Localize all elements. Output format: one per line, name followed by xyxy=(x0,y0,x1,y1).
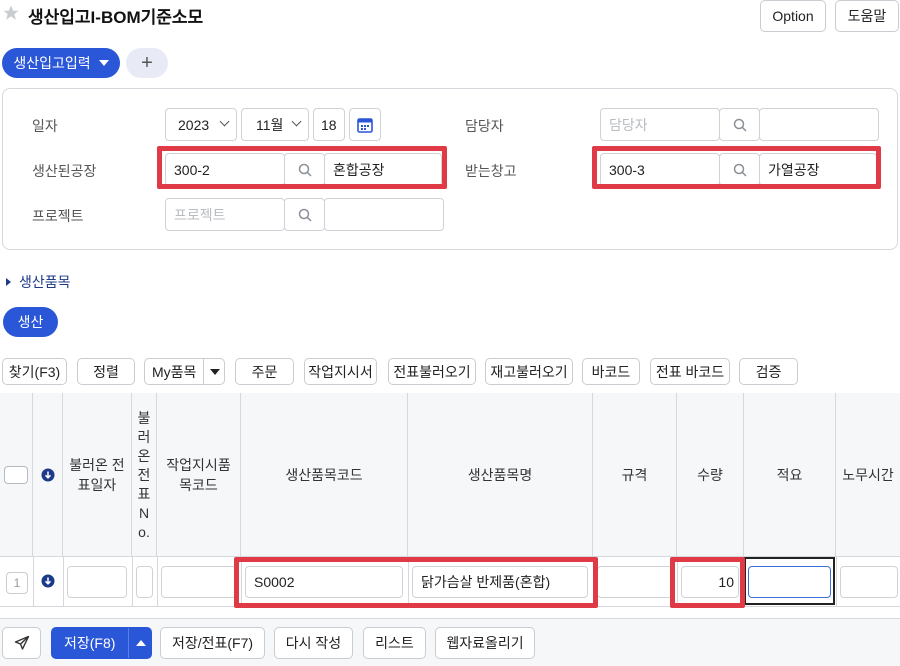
col-expand xyxy=(33,393,63,557)
project-label: 프로젝트 xyxy=(32,208,84,224)
project-input[interactable]: 프로젝트 xyxy=(165,198,285,231)
order-button[interactable]: 주문 xyxy=(235,358,294,385)
factory-name-field[interactable]: 혼합공장 xyxy=(324,153,442,186)
verify-button[interactable]: 검증 xyxy=(739,358,798,385)
row-number: 1 xyxy=(6,572,28,594)
page-title: 생산입고I-BOM기준소모 xyxy=(28,8,204,27)
header-loaded-date: 불러온 전표일자 xyxy=(63,393,132,557)
year-select[interactable]: 2023 xyxy=(165,108,237,141)
chevron-down-icon xyxy=(219,116,230,127)
warehouse-name-field[interactable]: 가열공장 xyxy=(759,153,877,186)
labor-time-input[interactable] xyxy=(840,566,898,598)
caret-down-icon xyxy=(210,369,220,375)
project-name-field[interactable] xyxy=(324,198,444,231)
sort-button[interactable]: 정렬 xyxy=(77,358,135,385)
header-qty: 수량 xyxy=(677,393,744,557)
spec-input[interactable] xyxy=(597,566,673,598)
slip-barcode-button[interactable]: 전표 바코드 xyxy=(650,358,730,385)
manager-name-field[interactable] xyxy=(759,108,879,141)
calendar-button[interactable] xyxy=(349,108,381,141)
search-icon xyxy=(733,163,747,177)
search-icon xyxy=(298,163,312,177)
chevron-down-icon xyxy=(291,116,302,127)
memo-input[interactable] xyxy=(748,566,831,598)
date-label: 일자 xyxy=(32,118,58,134)
items-section-toggle[interactable]: 생산품목 xyxy=(6,272,71,292)
tab-production[interactable]: 생산 xyxy=(3,307,58,337)
load-stock-button[interactable]: 재고불러오기 xyxy=(485,358,573,385)
load-slip-button[interactable]: 전표불러오기 xyxy=(388,358,476,385)
day-input[interactable]: 18 xyxy=(313,108,345,141)
search-icon xyxy=(298,208,312,222)
work-item-code-input[interactable] xyxy=(161,566,237,598)
send-button[interactable] xyxy=(2,627,41,659)
help-button[interactable]: 도움말 xyxy=(835,0,899,32)
arrow-down-circle-icon[interactable] xyxy=(41,574,55,588)
upload-button[interactable]: 웹자료올리기 xyxy=(435,627,535,659)
work-order-button[interactable]: 작업지시서 xyxy=(304,358,377,385)
add-tab-button[interactable]: + xyxy=(126,48,168,78)
header-item-code: 생산품목코드 xyxy=(241,393,408,557)
factory-code-input[interactable]: 300-2 xyxy=(165,153,285,186)
header-spec: 규격 xyxy=(593,393,677,557)
caret-right-icon xyxy=(6,278,11,286)
my-items-button[interactable]: My품목 xyxy=(144,358,225,385)
table-row: 1 S0002 닭가슴살 반제품(혼합) 10 xyxy=(0,557,900,607)
arrow-down-circle-icon[interactable] xyxy=(41,468,55,482)
header-item-name: 생산품목명 xyxy=(408,393,593,557)
warehouse-search-button[interactable] xyxy=(719,153,760,186)
factory-label: 생산된공장 xyxy=(32,163,97,179)
save-slip-button[interactable]: 저장/전표(F7) xyxy=(160,627,265,659)
search-icon xyxy=(733,118,747,132)
warehouse-label: 받는창고 xyxy=(465,163,517,179)
caret-up-icon xyxy=(136,640,146,646)
project-search-button[interactable] xyxy=(284,198,325,231)
qty-input[interactable]: 10 xyxy=(681,566,739,598)
factory-search-button[interactable] xyxy=(284,153,325,186)
month-select[interactable]: 11월 xyxy=(241,108,309,141)
tab-production-input[interactable]: 생산입고입력 xyxy=(2,48,120,78)
warehouse-code-input[interactable]: 300-3 xyxy=(600,153,720,186)
manager-search-button[interactable] xyxy=(719,108,760,141)
header-work-item-code: 작업지시품목코드 xyxy=(157,393,241,557)
caret-down-icon xyxy=(98,60,109,66)
select-all-checkbox[interactable] xyxy=(4,466,28,484)
manager-input[interactable]: 담당자 xyxy=(600,108,720,141)
item-code-input[interactable]: S0002 xyxy=(245,566,403,598)
save-button[interactable]: 저장(F8) xyxy=(51,627,152,659)
manager-label: 담당자 xyxy=(465,118,504,134)
favorite-star-icon[interactable] xyxy=(2,4,20,22)
loaded-date-input[interactable] xyxy=(67,566,127,598)
header-labor-time: 노무시간 xyxy=(842,467,894,483)
barcode-button[interactable]: 바코드 xyxy=(582,358,640,385)
send-icon xyxy=(14,635,29,650)
item-name-input[interactable]: 닭가슴살 반제품(혼합) xyxy=(412,566,588,598)
option-button[interactable]: Option xyxy=(760,0,826,32)
col-select xyxy=(0,393,33,557)
calendar-icon xyxy=(357,117,373,133)
tab-label: 생산입고입력 xyxy=(13,55,91,71)
header-loaded-no: 불러온전표No. xyxy=(132,393,157,557)
rewrite-button[interactable]: 다시 작성 xyxy=(274,627,353,659)
list-button[interactable]: 리스트 xyxy=(363,627,426,659)
header-memo: 적요 xyxy=(744,393,836,557)
find-button[interactable]: 찾기(F3) xyxy=(2,358,67,385)
loaded-no-input[interactable] xyxy=(136,566,153,598)
